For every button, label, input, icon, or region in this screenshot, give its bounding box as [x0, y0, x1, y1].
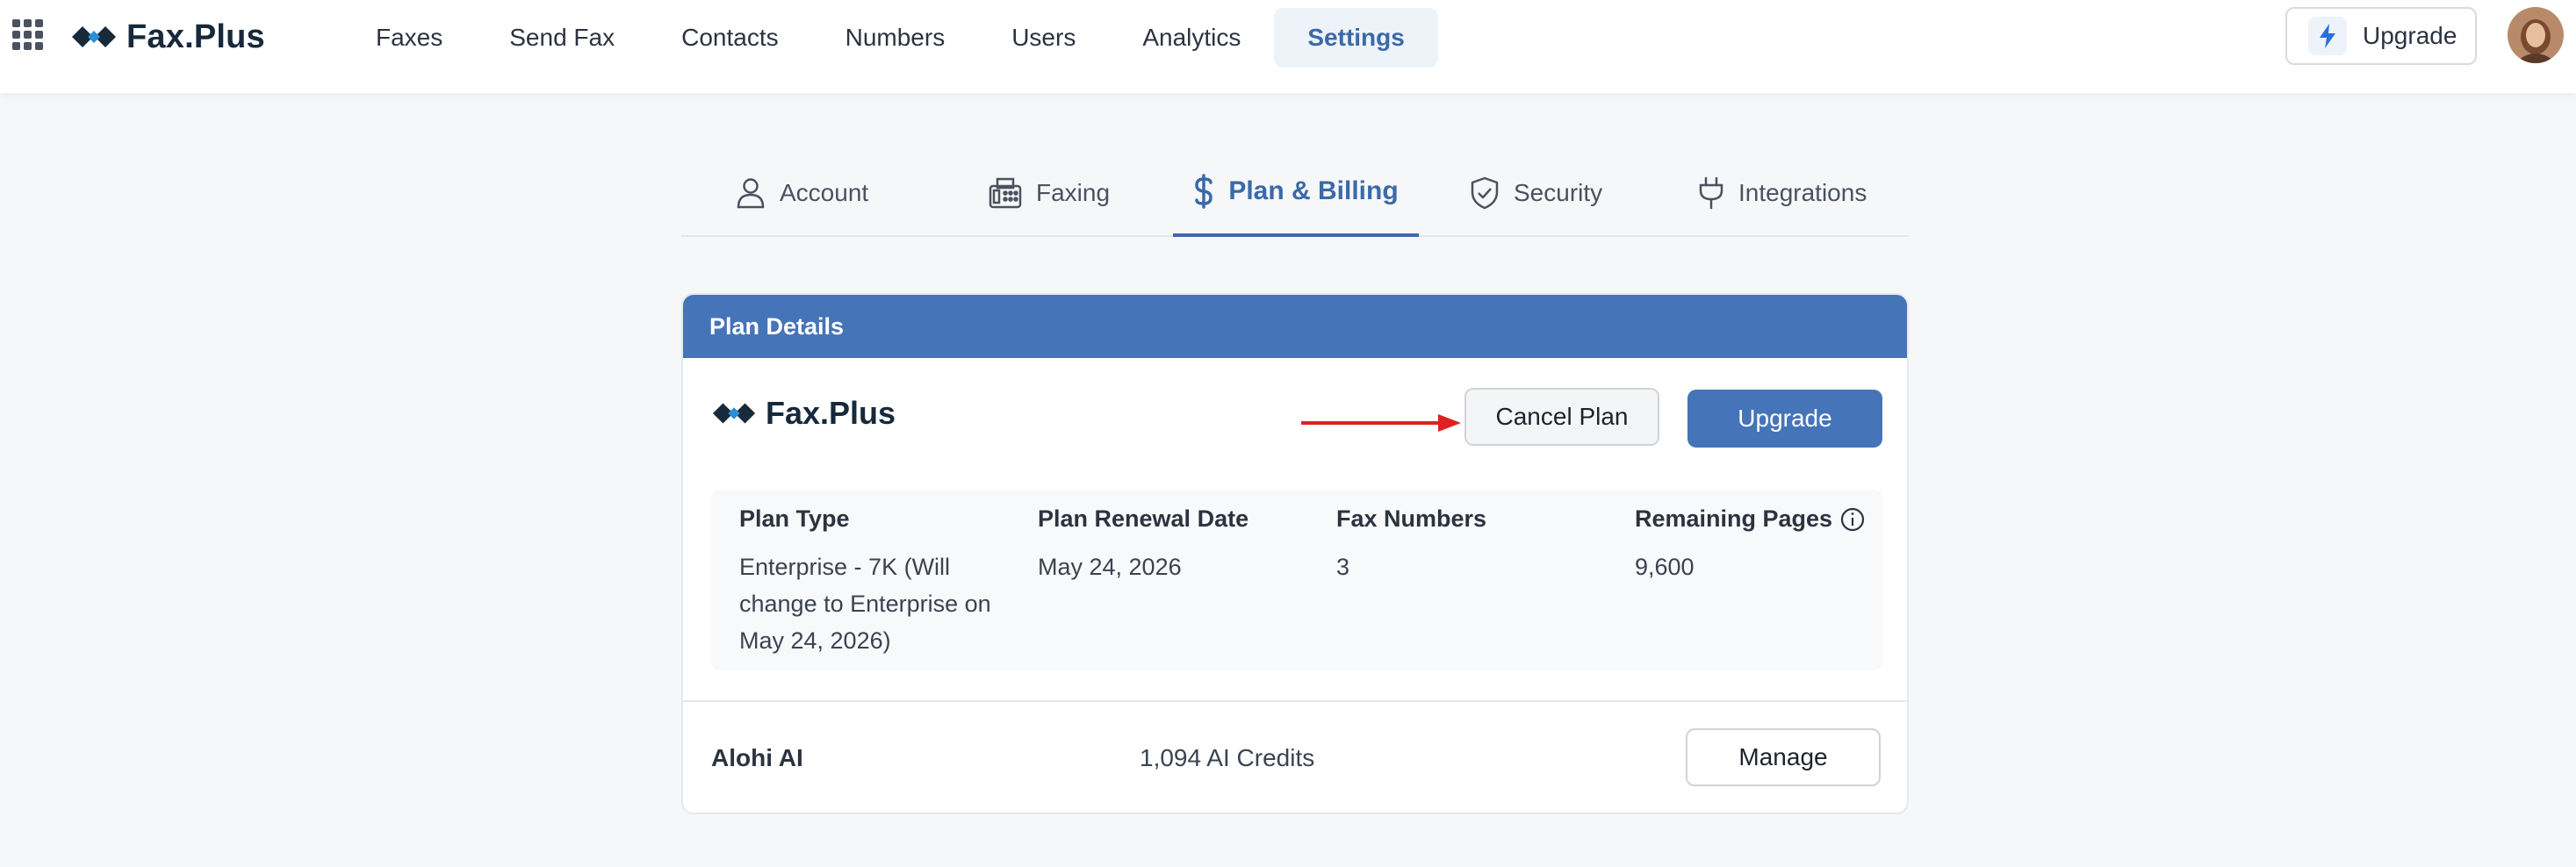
plan-brand-logo: Fax.Plus [711, 395, 896, 432]
faxplus-logo-icon [712, 403, 756, 424]
nav-send-fax[interactable]: Send Fax [476, 8, 648, 68]
renewal-date-value: May 24, 2026 [1038, 554, 1182, 580]
lightning-bolt-icon [2320, 24, 2335, 48]
top-upgrade-button[interactable]: Upgrade [2285, 7, 2477, 65]
plan-brand-name: Fax.Plus [766, 395, 896, 431]
nav-numbers[interactable]: Numbers [812, 8, 979, 68]
dollar-icon [1195, 174, 1213, 209]
tab-plan-billing[interactable]: Plan & Billing [1173, 149, 1419, 237]
plan-details-card: Plan Details Fax.Plus Cancel Plan Upgrad… [681, 293, 1909, 814]
tab-faxing[interactable]: Faxing [989, 149, 1110, 237]
brand-logo[interactable]: Fax.Plus [70, 16, 265, 58]
tab-account[interactable]: Account [736, 149, 868, 237]
manage-ai-button[interactable]: Manage [1686, 728, 1881, 786]
fax-icon [989, 177, 1022, 209]
tab-faxing-label: Faxing [1036, 179, 1111, 206]
alohi-ai-label: Alohi AI [711, 744, 803, 771]
user-avatar[interactable] [2508, 7, 2564, 63]
info-icon[interactable] [1839, 506, 1866, 533]
nav-faxes[interactable]: Faxes [342, 8, 476, 68]
user-icon [737, 178, 765, 209]
avatar-photo-icon [2508, 7, 2564, 63]
plan-type-column: Plan Type Enterprise - 7K (Will change t… [739, 505, 1020, 659]
ai-credits-value: 1,094 AI Credits [1140, 744, 1315, 771]
nav-contacts[interactable]: Contacts [648, 8, 812, 68]
fax-numbers-value: 3 [1336, 554, 1350, 580]
plan-details-grid: Plan Type Enterprise - 7K (Will change t… [711, 490, 1882, 670]
remaining-pages-heading-row: Remaining Pages [1635, 505, 1907, 533]
top-navigation-bar: Fax.Plus Faxes Send Fax Contacts Numbers… [0, 0, 2576, 93]
cancel-plan-button[interactable]: Cancel Plan [1464, 388, 1659, 446]
remaining-pages-value: 9,600 [1635, 554, 1695, 580]
fax-numbers-heading: Fax Numbers [1336, 505, 1487, 532]
brand-name: Fax.Plus [126, 18, 265, 55]
tab-integrations-label: Integrations [1738, 179, 1867, 206]
tab-plan-billing-label: Plan & Billing [1228, 176, 1399, 205]
plan-type-value: Enterprise - 7K (Will change to Enterpri… [739, 554, 991, 654]
renewal-date-column: Plan Renewal Date May 24, 2026 [1038, 505, 1319, 585]
upgrade-plan-button[interactable]: Upgrade [1687, 390, 1882, 448]
card-divider [683, 700, 1907, 702]
plan-details-header: Plan Details [683, 295, 1907, 358]
tab-security[interactable]: Security [1470, 149, 1602, 237]
nav-users[interactable]: Users [978, 8, 1109, 68]
tab-integrations[interactable]: Integrations [1698, 149, 1867, 237]
remaining-pages-heading: Remaining Pages [1635, 505, 1833, 532]
plan-type-heading: Plan Type [739, 505, 850, 532]
settings-tabs: Account Faxing Plan & Billing Security I… [681, 149, 1909, 237]
fax-numbers-column: Fax Numbers 3 [1336, 505, 1617, 585]
main-nav: Faxes Send Fax Contacts Numbers Users An… [342, 7, 1438, 68]
remaining-pages-column: Remaining Pages 9,600 [1635, 505, 1907, 585]
faxplus-logo-icon [72, 26, 116, 47]
tab-account-label: Account [780, 179, 869, 206]
shield-check-icon [1471, 176, 1499, 210]
bolt-icon-box [2308, 17, 2347, 55]
plug-icon [1699, 176, 1723, 210]
nav-settings[interactable]: Settings [1274, 8, 1438, 68]
top-upgrade-label: Upgrade [2363, 22, 2457, 49]
apps-grid-icon[interactable] [12, 19, 44, 51]
renewal-date-heading: Plan Renewal Date [1038, 505, 1249, 532]
red-arrow-annotation-icon [1301, 414, 1461, 432]
nav-analytics[interactable]: Analytics [1109, 8, 1274, 68]
tab-security-label: Security [1514, 179, 1603, 206]
